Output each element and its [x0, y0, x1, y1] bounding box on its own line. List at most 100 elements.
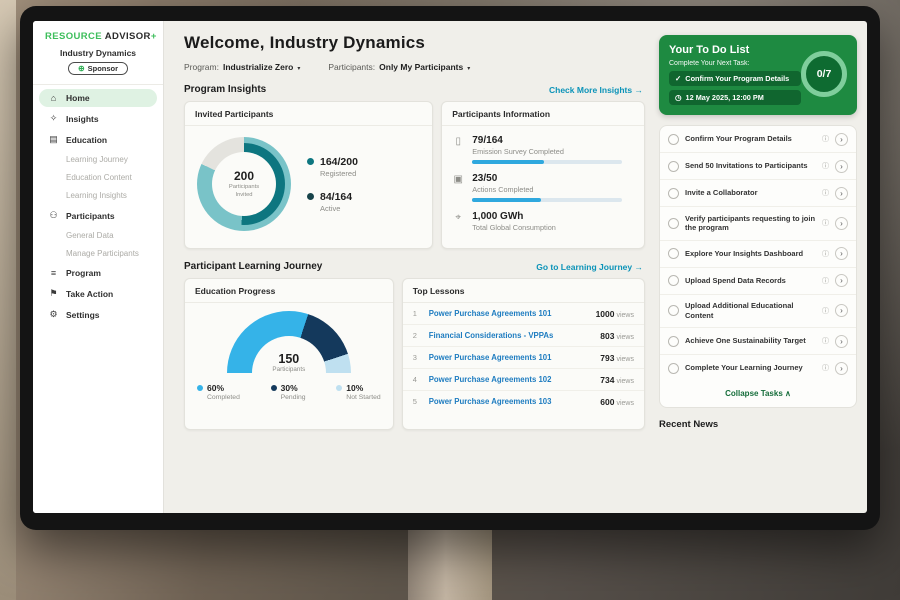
- next-task-chip[interactable]: ✓ Confirm Your Program Details: [669, 71, 801, 86]
- people-icon: ⚇: [48, 210, 59, 221]
- collapse-tasks-link[interactable]: Collapse Tasks ∧: [660, 381, 856, 407]
- lesson-link[interactable]: Power Purchase Agreements 103: [429, 397, 593, 406]
- lesson-views: 734views: [600, 375, 634, 385]
- recent-news-heading: Recent News: [659, 419, 857, 430]
- sidebar-item-program[interactable]: ≡ Program: [39, 264, 157, 282]
- lesson-link[interactable]: Power Purchase Agreements 101: [429, 353, 593, 362]
- sidebar-item-home[interactable]: ⌂ Home: [39, 89, 157, 107]
- task-upload-spend-data[interactable]: Upload Spend Data Records ⓘ ›: [660, 268, 856, 295]
- participants-dropdown[interactable]: Participants:Only My Participants▾: [328, 62, 470, 72]
- task-invite-collaborator[interactable]: Invite a Collaborator ⓘ ›: [660, 180, 856, 207]
- sponsor-badge[interactable]: ⊕ Sponsor: [68, 62, 128, 75]
- lesson-rank: 5: [413, 397, 421, 406]
- checkbox-icon[interactable]: [668, 134, 679, 145]
- checkbox-icon[interactable]: [668, 336, 679, 347]
- program-label: Program:: [184, 62, 219, 72]
- chevron-down-icon: ▾: [297, 66, 300, 72]
- completed-label: Completed: [207, 394, 240, 401]
- sidebar-item-label: Insights: [66, 114, 99, 124]
- chevron-right-icon[interactable]: ›: [835, 187, 848, 200]
- sidebar: RESOURCE ADVISOR+ Industry Dynamics ⊕ Sp…: [33, 21, 164, 513]
- card-title: Invited Participants: [185, 102, 432, 126]
- chevron-right-icon[interactable]: ›: [835, 217, 848, 230]
- task-achieve-sustainability-target[interactable]: Achieve One Sustainability Target ⓘ ›: [660, 328, 856, 355]
- sidebar-divider: [33, 84, 163, 85]
- chevron-right-icon[interactable]: ›: [835, 247, 848, 260]
- task-send-invitations[interactable]: Send 50 Invitations to Participants ⓘ ›: [660, 153, 856, 180]
- task-complete-learning-journey[interactable]: Complete Your Learning Journey ⓘ ›: [660, 355, 856, 381]
- checkbox-icon[interactable]: [668, 248, 679, 259]
- progress-bar-fill: [472, 160, 544, 164]
- lesson-link[interactable]: Power Purchase Agreements 102: [429, 375, 593, 384]
- section-title: Participant Learning Journey: [184, 261, 322, 272]
- task-confirm-program-details[interactable]: Confirm Your Program Details ⓘ ›: [660, 126, 856, 153]
- lesson-row: 4 Power Purchase Agreements 102 734views: [403, 369, 644, 391]
- sidebar-item-learning-journey[interactable]: Learning Journey: [39, 151, 157, 168]
- checkbox-icon[interactable]: [668, 188, 679, 199]
- chevron-right-icon[interactable]: ›: [835, 335, 848, 348]
- info-icon: ⓘ: [822, 306, 829, 316]
- sidebar-item-learning-insights[interactable]: Learning Insights: [39, 187, 157, 204]
- program-dropdown[interactable]: Program:Industrialize Zero▾: [184, 62, 300, 72]
- chevron-right-icon[interactable]: ›: [835, 133, 848, 146]
- actions-completed-label: Actions Completed: [472, 185, 622, 194]
- consumption-value: 1,000 GWh: [472, 211, 556, 222]
- sidebar-item-manage-participants[interactable]: Manage Participants: [39, 245, 157, 262]
- top-lessons-card: Top Lessons 1 Power Purchase Agreements …: [402, 278, 645, 430]
- section-title: Program Insights: [184, 84, 266, 95]
- todo-hero-card: Your To Do List Complete Your Next Task:…: [659, 35, 857, 115]
- info-icon: ⓘ: [822, 218, 829, 228]
- lesson-link[interactable]: Power Purchase Agreements 101: [429, 309, 588, 318]
- checkbox-icon[interactable]: [668, 161, 679, 172]
- chevron-right-icon[interactable]: ›: [835, 362, 848, 375]
- sidebar-item-label: Education: [66, 135, 107, 145]
- task-explore-insights[interactable]: Explore Your Insights Dashboard ⓘ ›: [660, 241, 856, 268]
- todo-panel: Your To Do List Complete Your Next Task:…: [655, 21, 867, 513]
- registered-value: 164/200: [320, 156, 358, 168]
- sponsor-label: Sponsor: [88, 64, 118, 73]
- book-icon: ▤: [48, 134, 59, 145]
- card-title: Education Progress: [185, 279, 393, 303]
- chevron-right-icon[interactable]: ›: [835, 274, 848, 287]
- consumption-row: ⌖ 1,000 GWh Total Global Consumption: [452, 211, 634, 232]
- monitor-bezel: RESOURCE ADVISOR+ Industry Dynamics ⊕ Sp…: [20, 6, 880, 530]
- info-icon: ⓘ: [822, 134, 829, 144]
- donut-legend: 164/200 Registered 84/164 Active: [307, 156, 358, 213]
- lesson-row: 5 Power Purchase Agreements 103 600views: [403, 391, 644, 412]
- arrow-right-icon: →: [635, 85, 644, 95]
- checkbox-icon[interactable]: [668, 218, 679, 229]
- chevron-right-icon[interactable]: ›: [835, 160, 848, 173]
- next-task-label: Confirm Your Program Details: [685, 74, 789, 83]
- logo-secondary: ADVISOR+: [105, 31, 157, 42]
- task-verify-participants[interactable]: Verify participants requesting to join t…: [660, 207, 856, 241]
- task-upload-educational-content[interactable]: Upload Additional Educational Content ⓘ …: [660, 295, 856, 329]
- sidebar-item-education-content[interactable]: Education Content: [39, 169, 157, 186]
- lesson-link[interactable]: Financial Considerations - VPPAs: [429, 331, 593, 340]
- org-block: Industry Dynamics ⊕ Sponsor: [33, 48, 163, 76]
- checkbox-icon[interactable]: [668, 363, 679, 374]
- progress-bar-fill: [472, 198, 541, 202]
- check-more-insights-link[interactable]: Check More Insights →: [549, 85, 643, 95]
- sidebar-item-participants[interactable]: ⚇ Participants: [39, 206, 157, 225]
- active-label: Active: [320, 204, 352, 213]
- go-to-learning-journey-link[interactable]: Go to Learning Journey →: [536, 262, 643, 272]
- sidebar-item-label: Home: [66, 93, 90, 103]
- next-task-time-chip: ◷ 12 May 2025, 12:00 PM: [669, 90, 801, 105]
- checkbox-icon[interactable]: [668, 305, 679, 316]
- dashboard-screen: RESOURCE ADVISOR+ Industry Dynamics ⊕ Sp…: [33, 21, 867, 513]
- completed-dot: [197, 385, 203, 391]
- filters-row: Program:Industrialize Zero▾ Participants…: [184, 62, 645, 72]
- insights-icon: ✧: [48, 113, 59, 124]
- actions-completed-value: 23/50: [472, 173, 622, 184]
- lesson-rank: 1: [413, 309, 421, 318]
- sidebar-item-insights[interactable]: ✧ Insights: [39, 109, 157, 128]
- gauge-total-label: Participants: [227, 366, 351, 373]
- checkbox-icon[interactable]: [668, 275, 679, 286]
- sidebar-item-education[interactable]: ▤ Education: [39, 130, 157, 149]
- actions-completed-row: ▣ 23/50 Actions Completed: [452, 173, 634, 202]
- sidebar-item-settings[interactable]: ⚙ Settings: [39, 305, 157, 324]
- chevron-right-icon[interactable]: ›: [835, 304, 848, 317]
- sidebar-item-take-action[interactable]: ⚑ Take Action: [39, 284, 157, 303]
- sidebar-item-general-data[interactable]: General Data: [39, 227, 157, 244]
- lesson-views: 1000views: [596, 309, 634, 319]
